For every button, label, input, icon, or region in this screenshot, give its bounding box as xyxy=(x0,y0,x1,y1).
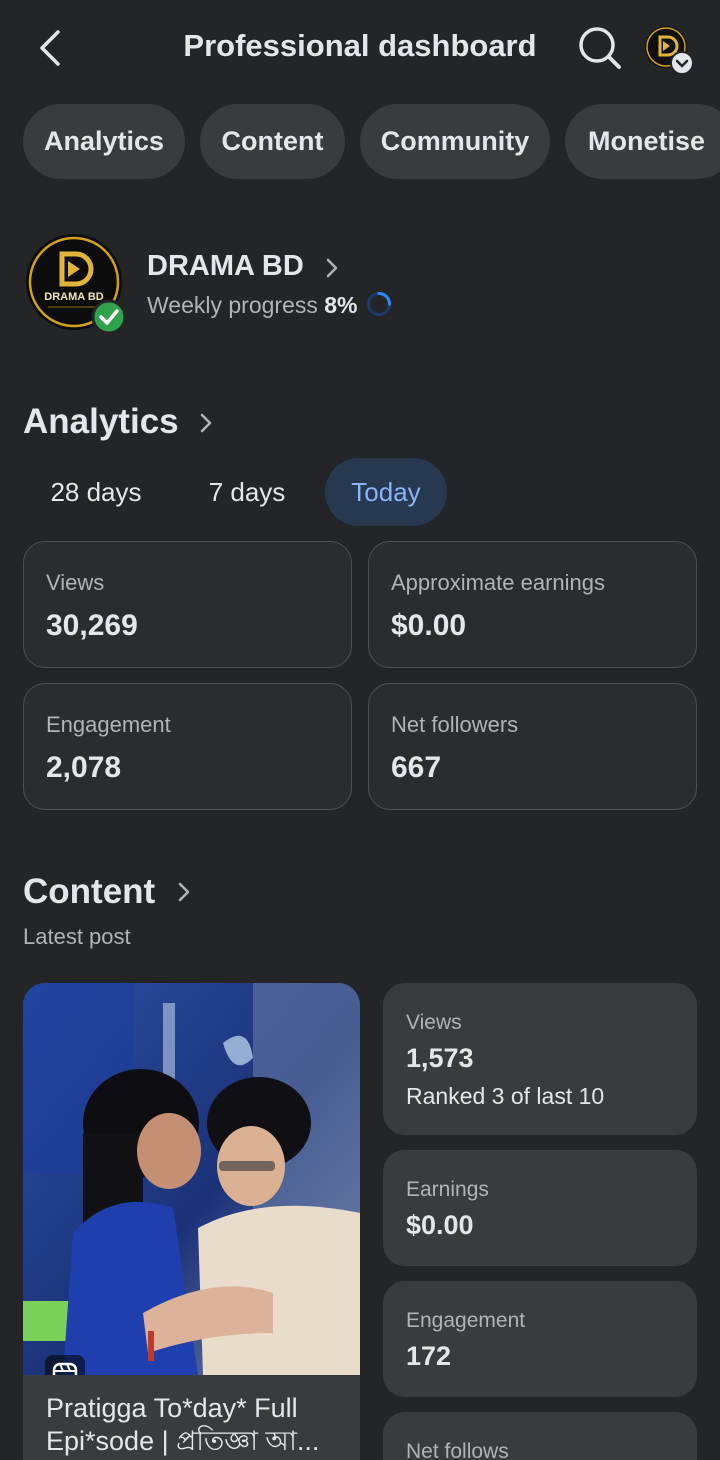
page-avatar[interactable]: DRAMA BD xyxy=(26,234,127,335)
latest-post-card[interactable] xyxy=(23,983,360,1460)
stat-label: Engagement xyxy=(46,712,171,737)
stat-value: 667 xyxy=(391,751,442,784)
post-stat-value: 1,573 xyxy=(406,1043,474,1073)
chevron-right-icon[interactable] xyxy=(196,410,216,436)
chevron-right-icon[interactable] xyxy=(322,256,342,280)
analytics-heading[interactable]: Analytics xyxy=(23,402,179,442)
stat-value: 2,078 xyxy=(46,751,122,784)
stat-label: Views xyxy=(46,570,105,595)
search-icon xyxy=(579,27,621,69)
post-stat-value: $0.00 xyxy=(406,1210,474,1240)
profile-avatar-icon xyxy=(645,26,694,75)
post-stat-rank: Ranked 3 of last 10 xyxy=(406,1083,605,1109)
period-28-days[interactable]: 28 days xyxy=(23,458,169,526)
weekly-progress: Weekly progress 8% xyxy=(147,292,358,319)
stat-card-earnings[interactable]: Approximate earnings $0.00 xyxy=(368,541,697,668)
post-stat-value: 172 xyxy=(406,1341,452,1371)
post-stat-engagement[interactable]: Engagement 172 xyxy=(383,1281,697,1397)
tab-community[interactable]: Community xyxy=(360,104,550,179)
latest-post-label: Latest post xyxy=(23,924,131,949)
drama-bd-logo-icon: DRAMA BD xyxy=(26,234,127,335)
profile-switcher[interactable] xyxy=(642,24,698,76)
stat-label: Approximate earnings xyxy=(391,570,606,595)
chevron-right-icon[interactable] xyxy=(174,879,194,905)
stat-card-views[interactable]: Views 30,269 xyxy=(23,541,352,668)
stat-value: $0.00 xyxy=(391,609,467,642)
tab-content[interactable]: Content xyxy=(200,104,345,179)
post-stat-label: Net follows xyxy=(406,1440,509,1460)
weekly-progress-label: Weekly progress xyxy=(147,292,318,318)
post-stat-net-follows[interactable]: Net follows xyxy=(383,1412,697,1460)
tab-monetise[interactable]: Monetise xyxy=(565,104,720,179)
post-stat-label: Earnings xyxy=(406,1178,489,1201)
post-stat-views[interactable]: Views 1,573 Ranked 3 of last 10 xyxy=(383,983,697,1135)
post-stat-label: Engagement xyxy=(406,1309,526,1332)
period-7-days[interactable]: 7 days xyxy=(184,458,310,526)
progress-ring-icon xyxy=(366,291,392,317)
period-today[interactable]: Today xyxy=(325,458,447,526)
stat-label: Net followers xyxy=(391,712,519,737)
post-stat-earnings[interactable]: Earnings $0.00 xyxy=(383,1150,697,1266)
post-thumbnail xyxy=(23,983,360,1395)
post-caption: Pratigga To*day* Full Epi*sode | প্রতিজ্… xyxy=(46,1393,320,1456)
search-button[interactable] xyxy=(574,22,624,72)
page-name[interactable]: DRAMA BD xyxy=(147,250,304,283)
stat-value: 30,269 xyxy=(46,609,138,642)
stat-card-net-followers[interactable]: Net followers 667 xyxy=(368,683,697,810)
logo-lettering: DRAMA BD xyxy=(44,291,104,303)
post-stat-label: Views xyxy=(406,1011,462,1034)
content-heading[interactable]: Content xyxy=(23,872,155,912)
tab-analytics[interactable]: Analytics xyxy=(23,104,185,179)
weekly-progress-value: 8% xyxy=(324,292,358,318)
stat-card-engagement[interactable]: Engagement 2,078 xyxy=(23,683,352,810)
